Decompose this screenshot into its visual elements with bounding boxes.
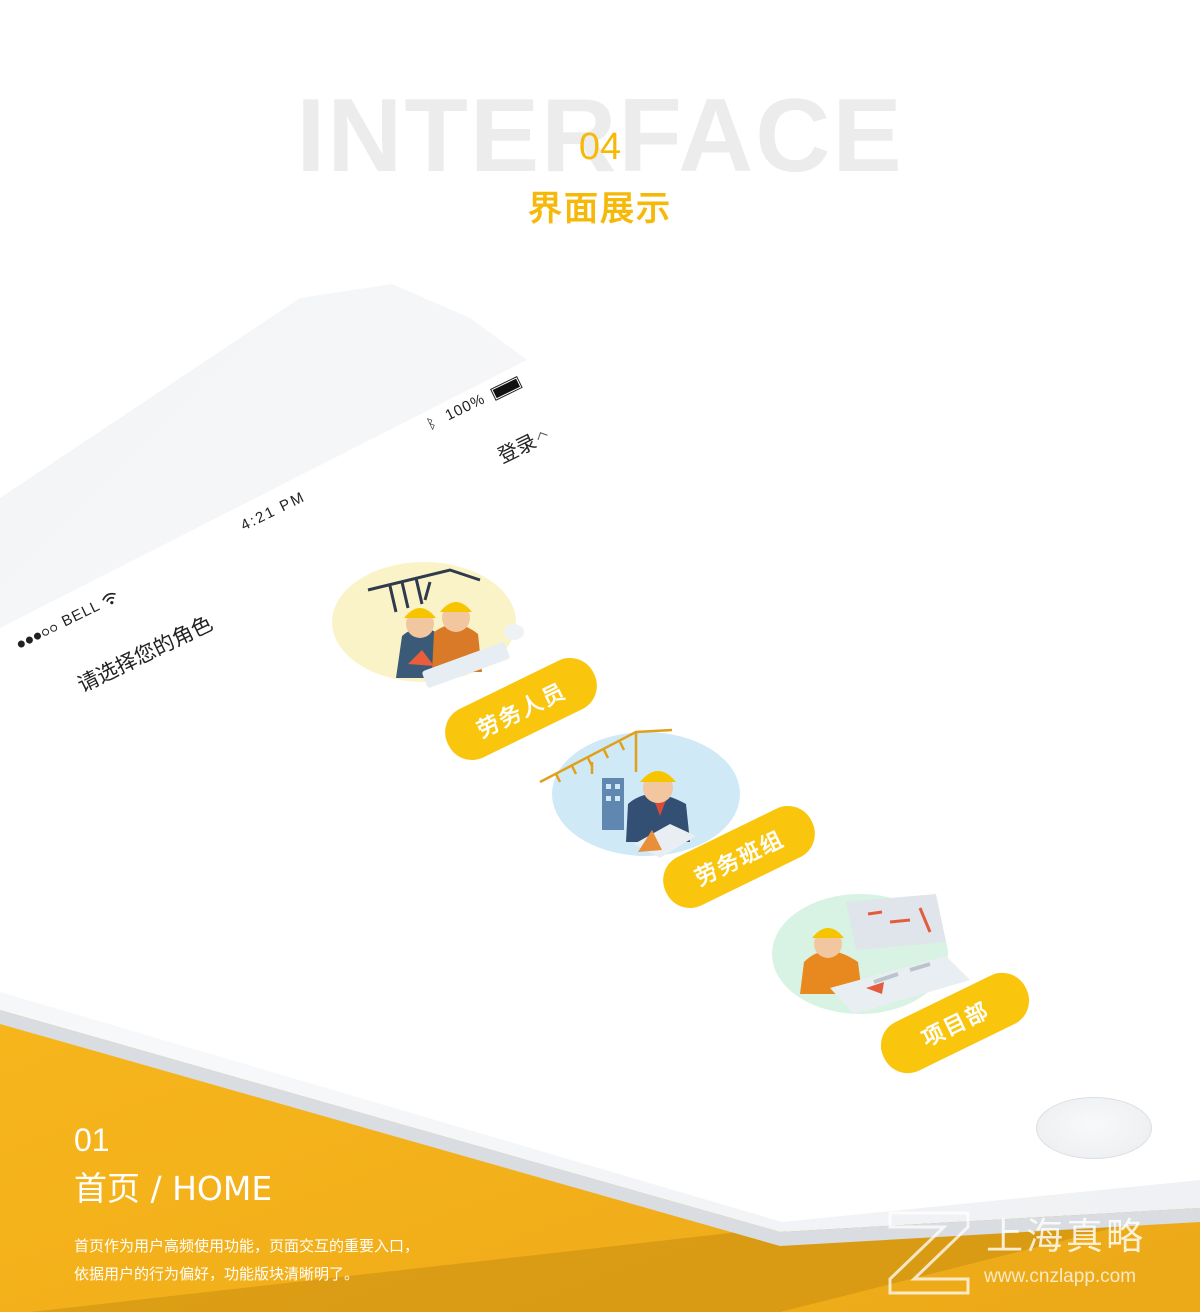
section-title: 界面展示	[528, 189, 672, 229]
chevron-right-icon	[537, 432, 548, 443]
page: INTERFACE 04 界面展示 BELL 4:21 PM ᛒ 100% 登录…	[0, 0, 1200, 1312]
watermark-brand: 上海真略	[986, 1215, 1146, 1258]
home-button[interactable]	[1036, 1097, 1152, 1159]
watermark-url: www.cnzlapp.com	[984, 1266, 1137, 1287]
caption-title: 首页 / HOME	[74, 1169, 273, 1208]
caption-number: 01	[74, 1122, 110, 1158]
watermark-logo-icon	[888, 1211, 970, 1295]
caption-line: 依据用户的行为偏好，功能版块清晰明了。	[74, 1265, 360, 1283]
caption-description: 首页作为用户高频使用功能，页面交互的重要入口， 依据用户的行为偏好，功能版块清晰…	[74, 1232, 504, 1288]
section-number: 04	[578, 126, 622, 168]
caption-line: 首页作为用户高频使用功能，页面交互的重要入口，	[74, 1237, 420, 1255]
construction-workers-illustration[interactable]	[330, 560, 530, 690]
